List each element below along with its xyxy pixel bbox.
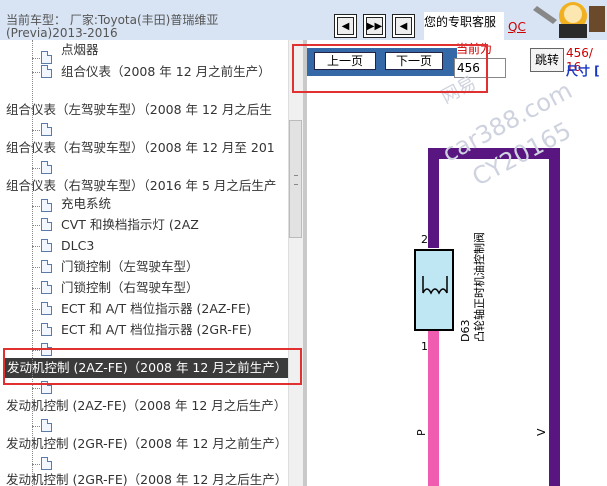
tree-connector — [32, 168, 40, 169]
tree-item[interactable]: 点烟器 — [61, 40, 99, 60]
tree-scrollbar[interactable] — [288, 40, 304, 486]
tree-connector — [32, 426, 40, 427]
document-icon — [41, 281, 52, 294]
jump-button[interactable]: 跳转 — [530, 48, 564, 72]
wire-left-label: P — [415, 429, 428, 436]
nav-first-icon: ◀ — [341, 20, 350, 32]
tree-item[interactable]: 组合仪表（2008 年 12 月之前生产） — [61, 62, 271, 82]
nav-expand-icon: ▶▶ — [366, 20, 383, 32]
tree-connector — [32, 288, 40, 289]
size-label[interactable]: 尺寸 [ — [566, 62, 600, 79]
nav-expand-button[interactable]: ▶▶ — [363, 14, 386, 38]
nav-collapse-icon: ◀ — [399, 20, 408, 32]
qq-link[interactable]: QC — [508, 20, 526, 34]
pin-top-label: 2 — [421, 233, 428, 246]
tree-item[interactable]: ECT 和 A/T 档位指示器 (2AZ-FE) — [61, 299, 251, 319]
tree-connector — [32, 330, 40, 331]
customer-service-label: 您的专职客服 — [424, 12, 504, 40]
document-icon — [41, 199, 52, 212]
tree-item[interactable]: 发动机控制 (2GR-FE)（2008 年 12 月之后生产） — [6, 470, 287, 486]
tree-connector — [32, 267, 40, 268]
pink-wire — [428, 330, 439, 486]
tree-item[interactable]: 发动机控制 (2AZ-FE)（2008 年 12 月之后生产） — [6, 396, 286, 416]
tree-connector — [32, 309, 40, 310]
wire-right-label: V — [535, 428, 548, 436]
tree-connector — [32, 72, 40, 73]
nav-collapse-button[interactable]: ◀ — [392, 14, 415, 38]
tree-item[interactable]: 组合仪表（右驾驶车型）（2016 年 5 月之后生产 — [6, 176, 276, 196]
tree-item[interactable]: ECT 和 A/T 档位指示器 (2GR-FE) — [61, 320, 252, 340]
tree-connector — [32, 464, 40, 465]
pager-highlight — [292, 44, 488, 93]
mascot-logo-icon — [529, 0, 607, 40]
document-icon — [41, 65, 52, 78]
current-vehicle-label: 当前车型： 厂家:Toyota(丰田)普瑞维亚 (Previa)2013-201… — [6, 14, 219, 40]
selected-item-highlight — [3, 348, 302, 385]
tree-item[interactable]: 组合仪表（左驾驶车型）（2008 年 12 月之后生 — [6, 100, 272, 120]
document-icon — [41, 161, 52, 174]
tree-item[interactable]: 发动机控制 (2GR-FE)（2008 年 12 月之前生产） — [6, 434, 287, 454]
document-icon — [41, 260, 52, 273]
document-icon — [41, 239, 52, 252]
tree-item[interactable]: CVT 和换档指示灯 (2AZ — [61, 215, 199, 235]
document-icon — [41, 419, 52, 432]
document-icon — [41, 51, 52, 64]
purple-wire-right — [549, 148, 560, 486]
tree-connector — [32, 246, 40, 247]
scrollbar-thumb[interactable] — [289, 120, 302, 238]
tree-connector — [32, 206, 40, 207]
tree-connector — [32, 225, 40, 226]
document-icon — [41, 457, 52, 470]
document-icon — [41, 302, 52, 315]
purple-wire-left — [428, 148, 439, 248]
tree-connector — [32, 130, 40, 131]
tree-connector — [32, 388, 40, 389]
tree-vertical-connector — [32, 40, 33, 486]
component-id: D63 — [459, 320, 472, 342]
document-icon — [41, 323, 52, 336]
tree-item[interactable]: DLC3 — [61, 236, 94, 256]
tree-item[interactable]: 门锁控制（右驾驶车型） — [61, 278, 199, 298]
component-name: 凸轮轴正时机油控制阀 — [472, 232, 486, 342]
document-icon — [41, 218, 52, 231]
tree-connector — [32, 58, 40, 59]
scrollbar-grip-icon — [294, 175, 298, 185]
pin-bottom-label: 1 — [421, 340, 428, 353]
tree-item[interactable]: 充电系统 — [61, 194, 111, 214]
document-icon — [41, 123, 52, 136]
tree-item[interactable]: 门锁控制（左驾驶车型） — [61, 257, 199, 277]
system-tree: 点烟器 组合仪表（2008 年 12 月之前生产） 组合仪表（左驾驶车型）（2008… — [0, 40, 288, 486]
tree-item[interactable]: 组合仪表（右驾驶车型）（2008 年 12 月至 201 — [6, 138, 275, 158]
nav-first-button[interactable]: ◀ — [334, 14, 357, 38]
